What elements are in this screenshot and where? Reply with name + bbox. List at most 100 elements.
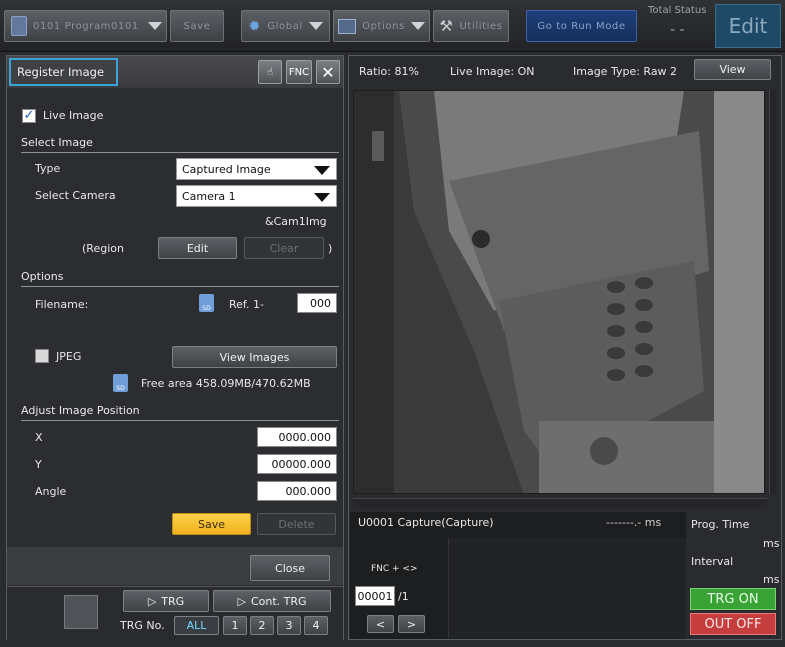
trg-label: TRG [161,594,185,608]
region-close-paren: ) [328,242,333,255]
save-button[interactable]: Save [172,513,251,535]
save-button[interactable]: Save [170,10,224,42]
next-button[interactable]: > [398,615,425,633]
global-label: Global [267,20,303,32]
region-edit-button[interactable]: Edit [158,237,237,259]
sd-card-icon: SD [113,374,128,392]
ref-label: Ref. 1- [229,298,264,311]
region-label: (Region [82,242,124,255]
trg-no-all[interactable]: ALL [174,616,219,635]
unit-time: -------.- ms [606,516,662,529]
camera-label: Select Camera [35,189,116,202]
gear-icon: ✹ [248,17,262,35]
panel-footer: Close [7,547,343,585]
run-mode-button[interactable]: Go to Run Mode [526,10,637,42]
interval-unit: ms [763,573,780,586]
results-graph [448,538,686,638]
close-icon[interactable]: ✕ [316,60,340,84]
counter-field[interactable]: 00001 [355,586,395,606]
camera-value: Camera 1 [182,189,236,203]
global-menu[interactable]: ✹ Global [241,10,330,42]
play-icon: ▷ [147,594,157,608]
utilities-menu[interactable]: ⚒ Utilities [433,10,509,42]
sd-card-icon: SD [199,294,214,312]
trg-no-3[interactable]: 3 [277,616,301,635]
view-images-button[interactable]: View Images [172,346,337,368]
live-image-checkbox[interactable]: ✓ [22,109,36,123]
y-label: Y [35,458,42,471]
filmstrip-icon[interactable] [64,595,98,629]
panel-header: Register Image ☝ FNC ✕ [7,56,343,88]
image-scrollbar[interactable] [769,90,777,494]
x-field[interactable]: 0000.000 [257,427,337,447]
delete-button[interactable]: Delete [257,513,336,535]
trg-no-1[interactable]: 1 [223,616,247,635]
tools-icon: ⚒ [439,17,454,35]
angle-label: Angle [35,485,67,498]
chevron-down-icon [314,166,330,175]
ratio-text: Ratio: 81% [359,65,419,78]
register-image-panel: Register Image ☝ FNC ✕ ✓ Live Image Sele… [6,55,344,640]
options-header: Options [21,270,339,287]
trigger-area: ▷ TRG ▷ Cont. TRG TRG No. ALL 1 2 3 4 [7,586,343,640]
trg-on-indicator[interactable]: TRG ON [690,588,776,610]
program-selector[interactable]: 0101 Program0101 [4,10,167,42]
prev-button[interactable]: < [367,615,394,633]
utilities-label: Utilities [459,20,503,32]
type-value: Captured Image [182,162,271,176]
y-field[interactable]: 00000.000 [257,454,337,474]
program-icon [11,16,27,36]
trg-no-4[interactable]: 4 [304,616,328,635]
type-dropdown[interactable]: Captured Image [176,158,337,180]
trg-no-2[interactable]: 2 [250,616,274,635]
chevron-down-icon [148,22,162,30]
camera-image-graphic [354,91,764,493]
fnc-label: FNC + <> [371,564,418,574]
select-image-header: Select Image [21,136,339,153]
camera-variable: &Cam1Img [265,215,327,228]
chevron-down-icon [410,22,425,30]
interval-label: Interval [691,555,734,568]
region-clear-button[interactable]: Clear [244,237,324,259]
image-scrollbar-horizontal[interactable] [353,498,767,508]
prog-time-unit: ms [763,537,780,550]
fnc-button[interactable]: FNC [286,60,312,84]
live-image-label: Live Image [43,109,104,122]
options-icon [338,18,357,34]
close-button[interactable]: Close [250,555,330,581]
touch-icon[interactable]: ☝ [258,60,282,84]
program-label: 0101 Program0101 [33,20,139,32]
image-type-text: Image Type: Raw 2 [573,65,678,78]
live-image-status: Live Image: ON [450,65,535,78]
total-status-label: Total Status [648,5,707,16]
free-area-text: Free area 458.09MB/470.62MB [141,377,311,390]
camera-dropdown[interactable]: Camera 1 [176,185,337,207]
out-off-indicator[interactable]: OUT OFF [690,613,776,635]
jpeg-checkbox[interactable]: ✓ [35,349,49,363]
filename-label: Filename: [35,298,89,311]
options-menu[interactable]: Options [333,10,430,42]
ref-number-field[interactable]: 000 [297,293,337,313]
adjust-image-header: Adjust Image Position [21,404,339,421]
cont-trg-label: Cont. TRG [250,594,307,608]
results-area: U0001 Capture(Capture) -------.- ms FNC … [350,512,686,639]
cont-play-icon: ▷ [237,594,246,608]
jpeg-label: JPEG [56,350,82,363]
angle-field[interactable]: 000.000 [257,481,337,501]
panel-title: Register Image [9,58,118,86]
options-label: Options [362,20,405,32]
chevron-down-icon [308,22,323,30]
continuous-trg-button[interactable]: ▷ Cont. TRG [213,590,331,612]
chevron-down-icon [314,193,330,202]
trg-no-label: TRG No. [120,619,165,632]
edit-mode-indicator: Edit [715,4,781,48]
type-label: Type [35,162,61,175]
top-toolbar: 0101 Program0101 Save ✹ Global Options ⚒… [0,0,785,52]
total-status-value: - - [670,22,685,38]
counter-total: /1 [398,590,409,603]
prog-time-label: Prog. Time [691,518,750,531]
trg-button[interactable]: ▷ TRG [123,590,209,612]
x-label: X [35,431,43,444]
view-button[interactable]: View [694,59,771,80]
camera-image[interactable] [353,90,765,494]
